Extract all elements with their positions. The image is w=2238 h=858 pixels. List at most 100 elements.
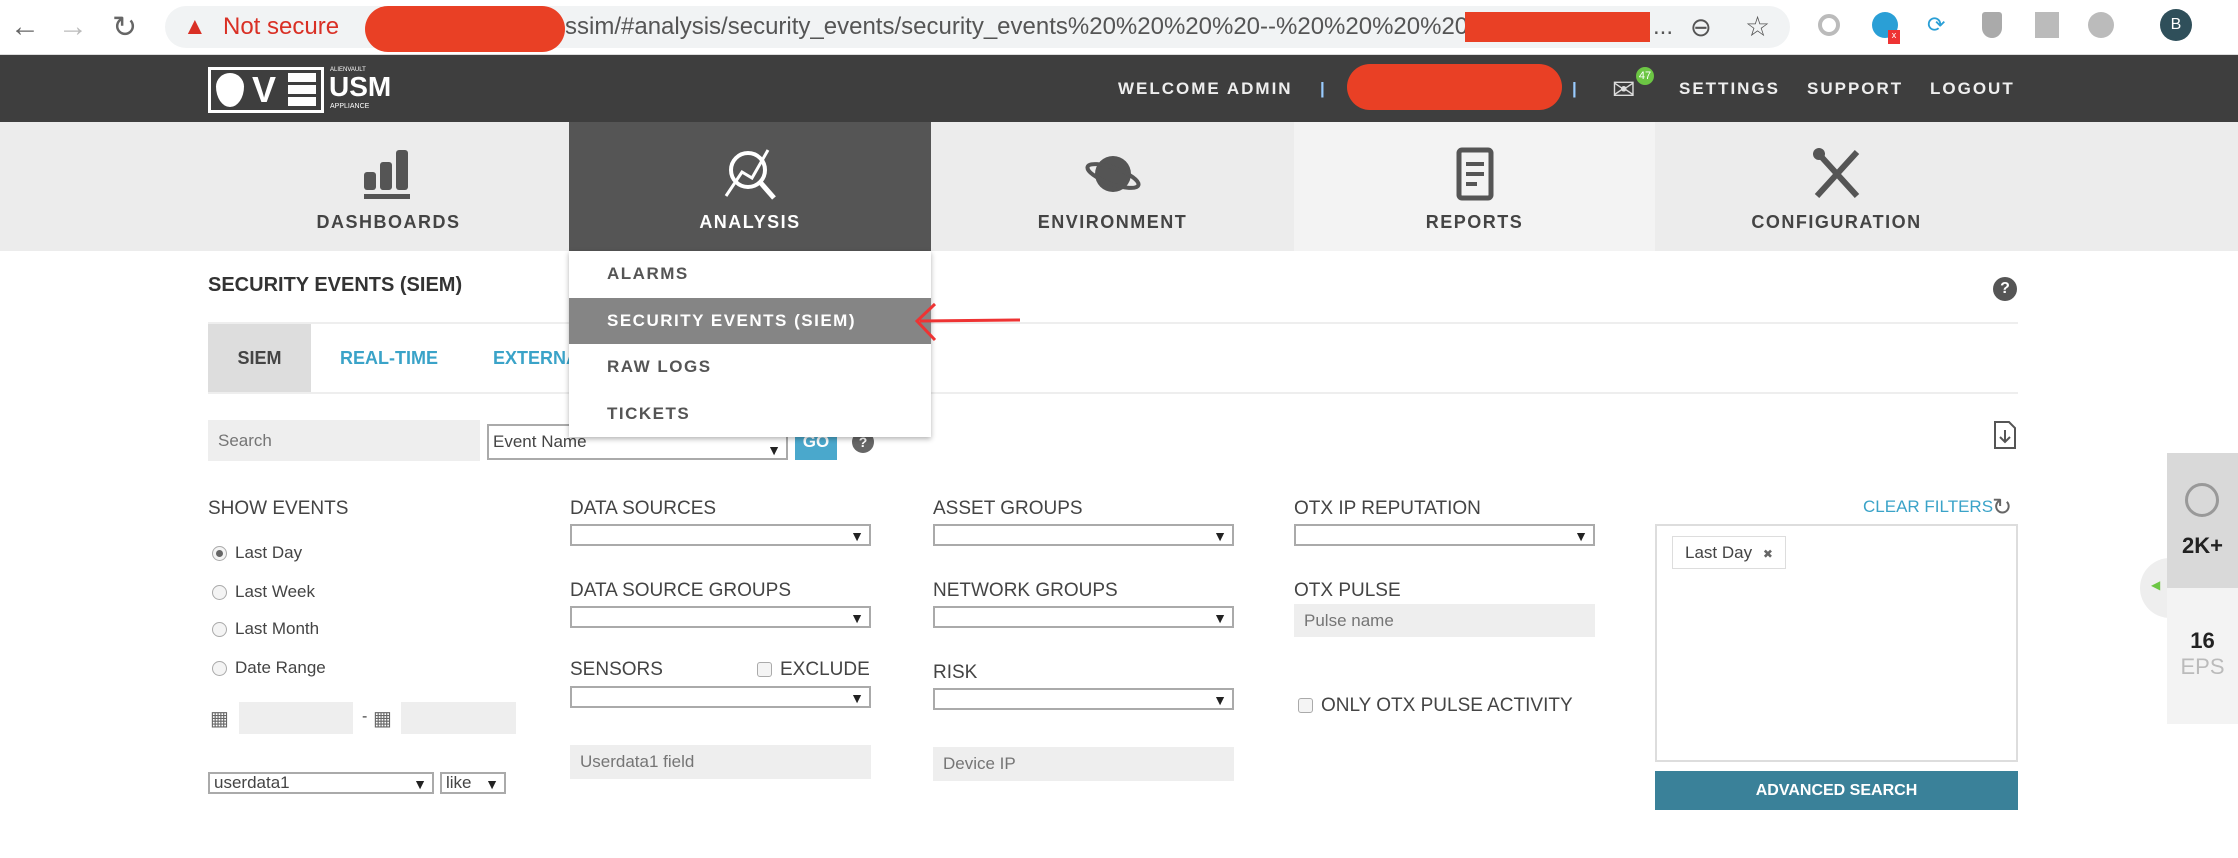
radio-last-week[interactable]: Last Week: [212, 582, 315, 602]
sensors-select[interactable]: ▼: [570, 686, 871, 708]
otx-ip-reputation-select[interactable]: ▼: [1294, 524, 1595, 546]
eps-counter: 16 EPS: [2167, 588, 2238, 724]
sync-extension-icon[interactable]: ⟳: [1927, 12, 1945, 38]
radio-last-day[interactable]: Last Day: [212, 543, 302, 563]
app-header: V ALIENVAULT USM APPLIANCE WELCOME ADMIN…: [0, 55, 2238, 122]
menu-item-raw-logs[interactable]: RAW LOGS: [569, 344, 931, 391]
menu-item-security-events[interactable]: SECURITY EVENTS (SIEM): [569, 297, 931, 344]
warning-icon: ▲: [183, 13, 207, 40]
pulse-name-input[interactable]: [1294, 604, 1595, 637]
eps-label: EPS: [2180, 654, 2225, 679]
nav-dashboards[interactable]: DASHBOARDS: [208, 122, 569, 251]
url-text: ssim/#analysis/security_events/security_…: [565, 13, 1498, 40]
nav-label: REPORTS: [1425, 212, 1524, 232]
data-source-groups-label: DATA SOURCE GROUPS: [570, 580, 791, 601]
help-icon[interactable]: ?: [1993, 277, 2017, 301]
nav-analysis[interactable]: ANALYSIS: [569, 122, 931, 251]
search-input[interactable]: [208, 420, 480, 461]
mail-count-badge: 47: [1636, 67, 1654, 85]
support-link[interactable]: SUPPORT: [1807, 79, 1903, 99]
operator-select[interactable]: like ▼: [440, 772, 506, 794]
nav-configuration[interactable]: CONFIGURATION: [1655, 122, 2018, 251]
profile-avatar[interactable]: B: [2160, 9, 2192, 41]
exclude-checkbox[interactable]: EXCLUDE: [757, 659, 870, 681]
eps-value: 16: [2190, 628, 2215, 653]
welcome-text: WELCOME ADMIN: [1118, 79, 1293, 98]
show-events-label: SHOW EVENTS: [208, 498, 349, 519]
events-count: 2K+: [2182, 533, 2223, 558]
shield-extension-icon[interactable]: [1982, 12, 2002, 38]
otx-pulse-label: OTX PULSE: [1294, 580, 1401, 601]
download-icon[interactable]: [1993, 420, 2017, 450]
analysis-dropdown-menu: ALARMS SECURITY EVENTS (SIEM) RAW LOGS T…: [569, 251, 931, 437]
alienvault-usm-logo[interactable]: V ALIENVAULT USM APPLIANCE: [208, 67, 391, 113]
sensors-label: SENSORS: [570, 659, 663, 680]
nav-environment[interactable]: ENVIRONMENT: [931, 122, 1294, 251]
settings-link[interactable]: SETTINGS: [1679, 79, 1780, 99]
date-separator: -: [362, 708, 368, 725]
otx-ip-reputation-label: OTX IP REPUTATION: [1294, 498, 1481, 519]
sensor-icon: [2185, 483, 2219, 517]
events-counter[interactable]: 2K+: [2167, 453, 2238, 588]
separator: |: [1572, 79, 1579, 98]
userdata-value-input[interactable]: [570, 745, 871, 779]
tools-icon: [1812, 148, 1859, 199]
extension-icon[interactable]: [2035, 12, 2059, 38]
reload-icon[interactable]: ↻: [112, 10, 137, 45]
date-to-input[interactable]: [401, 702, 516, 734]
extension-icon[interactable]: [2088, 12, 2114, 38]
redaction: [1465, 12, 1650, 42]
star-icon[interactable]: ☆: [1745, 6, 1770, 48]
remove-filter-icon[interactable]: ✖: [1763, 547, 1773, 561]
radio-date-range[interactable]: Date Range: [212, 658, 326, 678]
forward-icon[interactable]: →: [58, 10, 88, 44]
device-ip-input[interactable]: [933, 747, 1234, 781]
only-otx-pulse-checkbox[interactable]: ONLY OTX PULSE ACTIVITY: [1298, 695, 1573, 717]
nav-label: ANALYSIS: [699, 212, 801, 232]
mail-icon[interactable]: ✉: [1612, 73, 1635, 106]
expand-arrow-icon: ◀: [2151, 578, 2161, 592]
security-label: Not secure: [223, 13, 340, 40]
nav-label: CONFIGURATION: [1751, 212, 1922, 232]
url-ellipsis: ...: [1653, 13, 1674, 40]
calendar-icon[interactable]: ▦: [373, 706, 392, 731]
risk-select[interactable]: ▼: [933, 688, 1234, 710]
redaction: [1347, 64, 1562, 110]
nav-reports[interactable]: REPORTS: [1294, 122, 1655, 251]
extension-icon[interactable]: [1818, 14, 1840, 36]
zoom-icon[interactable]: ⊖: [1690, 6, 1712, 48]
back-icon[interactable]: ←: [10, 10, 40, 44]
logout-link[interactable]: LOGOUT: [1930, 79, 2015, 99]
data-sources-label: DATA SOURCES: [570, 498, 717, 519]
asset-groups-select[interactable]: ▼: [933, 524, 1234, 546]
asset-groups-label: ASSET GROUPS: [933, 498, 1083, 519]
red-arrow-annotation: [914, 302, 1021, 342]
risk-label: RISK: [933, 662, 978, 683]
active-filters-box: Last Day ✖: [1655, 524, 2018, 762]
nav-label: DASHBOARDS: [316, 212, 461, 232]
advanced-search-button[interactable]: ADVANCED SEARCH: [1655, 771, 2018, 810]
address-bar[interactable]: ▲ Not secure ssim/#analysis/security_eve…: [165, 6, 1790, 52]
menu-item-tickets[interactable]: TICKETS: [569, 391, 931, 438]
planet-icon: [1084, 156, 1141, 192]
tab-real-time[interactable]: REAL-TIME: [340, 324, 438, 392]
network-groups-label: NETWORK GROUPS: [933, 580, 1118, 601]
date-from-input[interactable]: [239, 702, 353, 734]
refresh-icon[interactable]: ↻: [1992, 493, 2012, 522]
data-sources-select[interactable]: ▼: [570, 524, 871, 546]
nav-label: ENVIRONMENT: [1037, 212, 1188, 232]
main-nav: DASHBOARDS ANALYSIS ENVIRONMENT REPORTS …: [0, 122, 2238, 251]
analysis-icon: [724, 149, 776, 200]
separator: |: [1320, 79, 1327, 98]
clear-filters-link[interactable]: CLEAR FILTERS: [1863, 497, 1993, 517]
menu-item-alarms[interactable]: ALARMS: [569, 251, 931, 298]
data-source-groups-select[interactable]: ▼: [570, 606, 871, 628]
redaction: [365, 6, 565, 52]
network-groups-select[interactable]: ▼: [933, 606, 1234, 628]
radio-last-month[interactable]: Last Month: [212, 619, 319, 639]
event-tabs: SIEM REAL-TIME EXTERNAL: [208, 322, 2018, 394]
bar-chart-icon: [363, 150, 410, 199]
userdata-field-select[interactable]: userdata1 ▼: [208, 772, 434, 794]
tab-siem[interactable]: SIEM: [208, 324, 311, 392]
calendar-icon[interactable]: ▦: [210, 706, 229, 731]
